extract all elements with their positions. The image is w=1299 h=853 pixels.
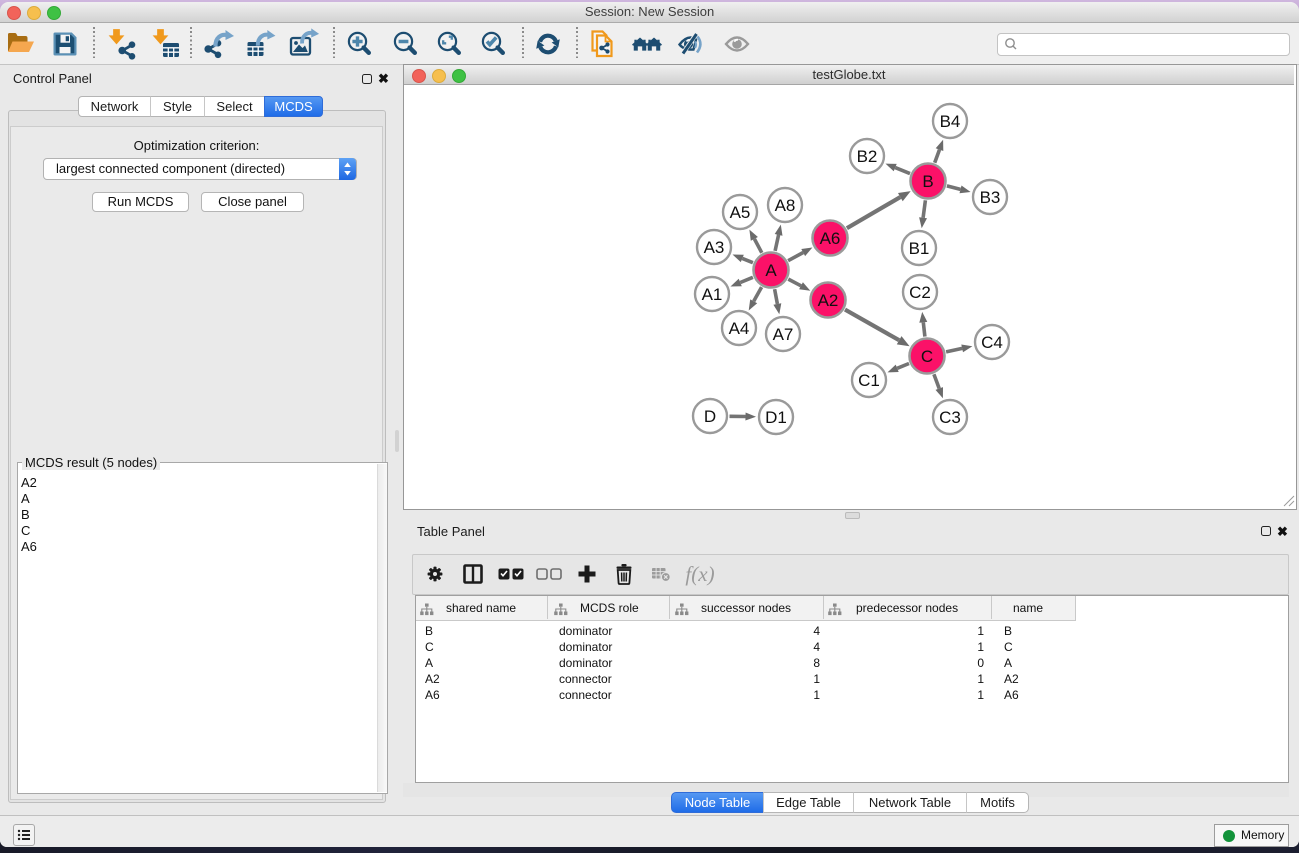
svg-text:B3: B3 <box>980 188 1001 207</box>
svg-text:A7: A7 <box>773 325 794 344</box>
svg-text:C1: C1 <box>858 371 880 390</box>
svg-text:D: D <box>704 407 716 426</box>
svg-text:C: C <box>921 347 933 366</box>
svg-text:D1: D1 <box>765 408 787 427</box>
svg-text:A1: A1 <box>702 285 723 304</box>
svg-text:A8: A8 <box>775 196 796 215</box>
svg-text:A3: A3 <box>704 238 725 257</box>
svg-text:A: A <box>765 261 777 280</box>
svg-text:A6: A6 <box>820 229 841 248</box>
svg-text:B4: B4 <box>940 112 961 131</box>
svg-text:C4: C4 <box>981 333 1003 352</box>
svg-text:A2: A2 <box>818 291 839 310</box>
svg-text:f(x): f(x) <box>685 562 714 586</box>
svg-text:A4: A4 <box>729 319 750 338</box>
svg-text:C3: C3 <box>939 408 961 427</box>
svg-text:B: B <box>922 172 933 191</box>
svg-text:C2: C2 <box>909 283 931 302</box>
svg-text:A5: A5 <box>730 203 751 222</box>
svg-text:B1: B1 <box>909 239 930 258</box>
svg-text:B2: B2 <box>857 147 878 166</box>
